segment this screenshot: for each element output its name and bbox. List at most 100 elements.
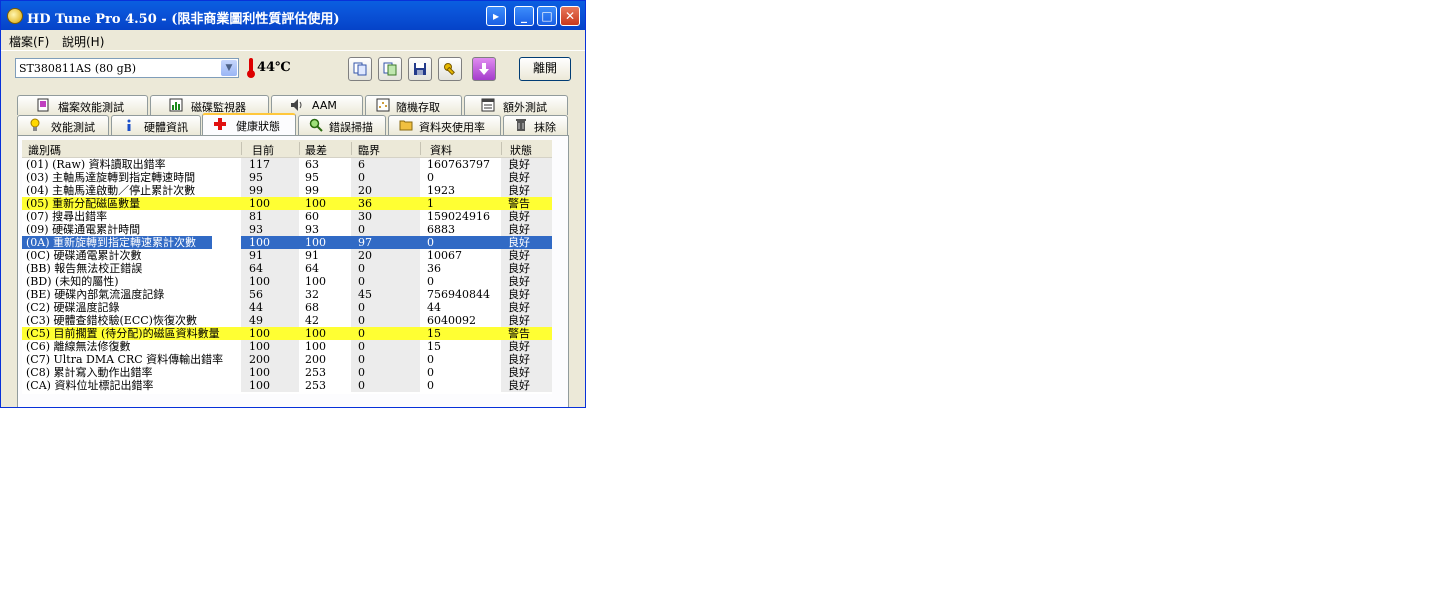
copy-screenshot-button[interactable]: [378, 57, 402, 81]
table-row[interactable]: (C3) 硬體查錯校驗(ECC)恢復次數 49 42 0 6040092 良好: [22, 314, 552, 327]
download-button[interactable]: [472, 57, 496, 81]
chevron-down-icon[interactable]: ▼: [221, 60, 237, 76]
cell-data: 0: [427, 171, 434, 184]
cell-worst: 253: [305, 366, 326, 379]
tab-disk-monitor[interactable]: 磁碟監視器: [150, 95, 269, 115]
table-row[interactable]: (BB) 報告無法校正錯誤 64 64 0 36 良好: [22, 262, 552, 275]
table-row[interactable]: (C5) 目前擱置 (待分配)的磁區資料數量 100 100 0 15 警告: [22, 327, 552, 340]
cell-current: 100: [249, 197, 270, 210]
cell-worst: 100: [305, 197, 326, 210]
cell-current: 95: [249, 171, 263, 184]
column-header-status[interactable]: 狀態: [510, 142, 532, 158]
cell-status: 良好: [508, 236, 530, 249]
title-bar[interactable]: HD Tune Pro 4.50 - (限非商業圖利性質評估使用) ▸ _ □ …: [1, 1, 585, 30]
table-row[interactable]: (BD) (未知的屬性) 100 100 0 0 良好: [22, 275, 552, 288]
cell-status: 良好: [508, 275, 530, 288]
save-button[interactable]: [408, 57, 432, 81]
cell-current: 56: [249, 288, 263, 301]
table-row[interactable]: (0C) 硬碟通電累計次數 91 91 20 10067 良好: [22, 249, 552, 262]
tab-folder-usage[interactable]: 資料夾使用率: [388, 115, 501, 135]
table-row[interactable]: (0A) 重新旋轉到指定轉速累計次數 100 100 97 0 良好: [22, 236, 552, 249]
cell-threshold: 0: [358, 171, 365, 184]
table-row[interactable]: (05) 重新分配磁區數量 100 100 36 1 警告: [22, 197, 552, 210]
red-cross-icon: [214, 118, 226, 130]
cell-status: 良好: [508, 184, 530, 197]
tab-extra-tests[interactable]: 額外測試: [464, 95, 568, 115]
copy-icon: [353, 62, 367, 76]
arrow-down-icon: [479, 63, 489, 75]
cell-id: (09) 硬碟通電累計時間: [26, 223, 141, 236]
minimize-button[interactable]: _: [514, 6, 534, 26]
tab-benchmark[interactable]: 效能測試: [17, 115, 109, 135]
column-header-id[interactable]: 識別碼: [28, 142, 61, 158]
cell-status: 良好: [508, 249, 530, 262]
random-access-icon: [376, 98, 390, 112]
column-header-threshold[interactable]: 臨界: [358, 142, 380, 158]
table-row[interactable]: (C6) 離線無法修復數 100 100 0 15 良好: [22, 340, 552, 353]
cell-status: 良好: [508, 340, 530, 353]
health-panel: 識別碼 目前 最差 臨界 資料 狀態 (01) (Raw) 資料讀取出錯率 117…: [17, 135, 569, 407]
table-row[interactable]: (CA) 資料位址標記出錯率 100 253 0 0 良好: [22, 379, 552, 392]
cell-worst: 253: [305, 379, 326, 392]
temperature-readout: 44℃: [257, 60, 291, 75]
cell-data: 15: [427, 327, 441, 340]
cell-current: 93: [249, 223, 263, 236]
cell-worst: 64: [305, 262, 319, 275]
table-row[interactable]: (C7) Ultra DMA CRC 資料傳輸出錯率 200 200 0 0 良好: [22, 353, 552, 366]
maximize-button[interactable]: □: [537, 6, 557, 26]
tab-aam[interactable]: AAM: [271, 95, 363, 115]
copy-text-button[interactable]: [348, 57, 372, 81]
cell-status: 良好: [508, 288, 530, 301]
tab-file-benchmark[interactable]: 檔案效能測試: [17, 95, 148, 115]
cell-worst: 100: [305, 275, 326, 288]
table-row[interactable]: (07) 搜尋出錯率 81 60 30 159024916 良好: [22, 210, 552, 223]
cell-data: 44: [427, 301, 441, 314]
cell-threshold: 36: [358, 197, 372, 210]
wrench-icon: [444, 63, 455, 76]
close-button[interactable]: ✕: [560, 6, 580, 26]
help-icon[interactable]: ▸: [486, 6, 506, 26]
cell-id: (C7) Ultra DMA CRC 資料傳輸出錯率: [26, 353, 224, 366]
table-row[interactable]: (C2) 硬碟溫度記錄 44 68 0 44 良好: [22, 301, 552, 314]
tab-random-access[interactable]: 隨機存取: [365, 95, 462, 115]
column-header-current[interactable]: 目前: [252, 142, 274, 158]
table-row[interactable]: (01) (Raw) 資料讀取出錯率 117 63 6 160763797 良好: [22, 158, 552, 171]
options-button[interactable]: [438, 57, 462, 81]
app-window: HD Tune Pro 4.50 - (限非商業圖利性質評估使用) ▸ _ □ …: [0, 0, 586, 408]
cell-status: 警告: [508, 327, 530, 340]
table-row[interactable]: (BE) 硬碟內部氣流溫度記錄 56 32 45 756940844 良好: [22, 288, 552, 301]
smart-attribute-list[interactable]: 識別碼 目前 最差 臨界 資料 狀態 (01) (Raw) 資料讀取出錯率 117…: [22, 140, 552, 394]
lightbulb-icon: [30, 118, 40, 131]
cell-worst: 95: [305, 171, 319, 184]
table-row[interactable]: (09) 硬碟通電累計時間 93 93 0 6883 良好: [22, 223, 552, 236]
cell-current: 44: [249, 301, 263, 314]
status-description: [21, 401, 25, 407]
table-row[interactable]: (03) 主軸馬達旋轉到指定轉速時間 95 95 0 0 良好: [22, 171, 552, 184]
extra-tests-icon: [481, 98, 495, 112]
tab-hardware-info[interactable]: 硬體資訊: [111, 115, 201, 135]
cell-current: 100: [249, 236, 270, 249]
column-header-data[interactable]: 資料: [430, 142, 452, 158]
cell-id: (C2) 硬碟溫度記錄: [26, 301, 120, 314]
table-row[interactable]: (04) 主軸馬達啟動／停止累計次數 99 99 20 1923 良好: [22, 184, 552, 197]
menu-file[interactable]: 檔案(F): [9, 33, 49, 50]
drive-select[interactable]: ST380811AS (80 gB) ▼: [15, 58, 239, 78]
tab-health-status[interactable]: 健康狀態: [202, 113, 296, 135]
menu-help[interactable]: 說明(H): [62, 33, 104, 50]
info-icon: [127, 119, 131, 131]
exit-button[interactable]: 離開: [519, 57, 571, 81]
tab-error-scan[interactable]: 錯誤掃描: [298, 115, 386, 135]
cell-current: 200: [249, 353, 270, 366]
column-header-worst[interactable]: 最差: [305, 142, 327, 158]
cell-id: (CA) 資料位址標記出錯率: [26, 379, 154, 392]
cell-status: 良好: [508, 366, 530, 379]
cell-data: 159024916: [427, 210, 490, 223]
cell-current: 81: [249, 210, 263, 223]
table-row[interactable]: (C8) 累計寫入動作出錯率 100 253 0 0 良好: [22, 366, 552, 379]
cell-worst: 63: [305, 158, 319, 171]
cell-status: 良好: [508, 262, 530, 275]
cell-data: 1: [427, 197, 434, 210]
speaker-icon: [291, 99, 302, 111]
tab-erase[interactable]: 抹除: [503, 115, 568, 135]
cell-threshold: 0: [358, 262, 365, 275]
